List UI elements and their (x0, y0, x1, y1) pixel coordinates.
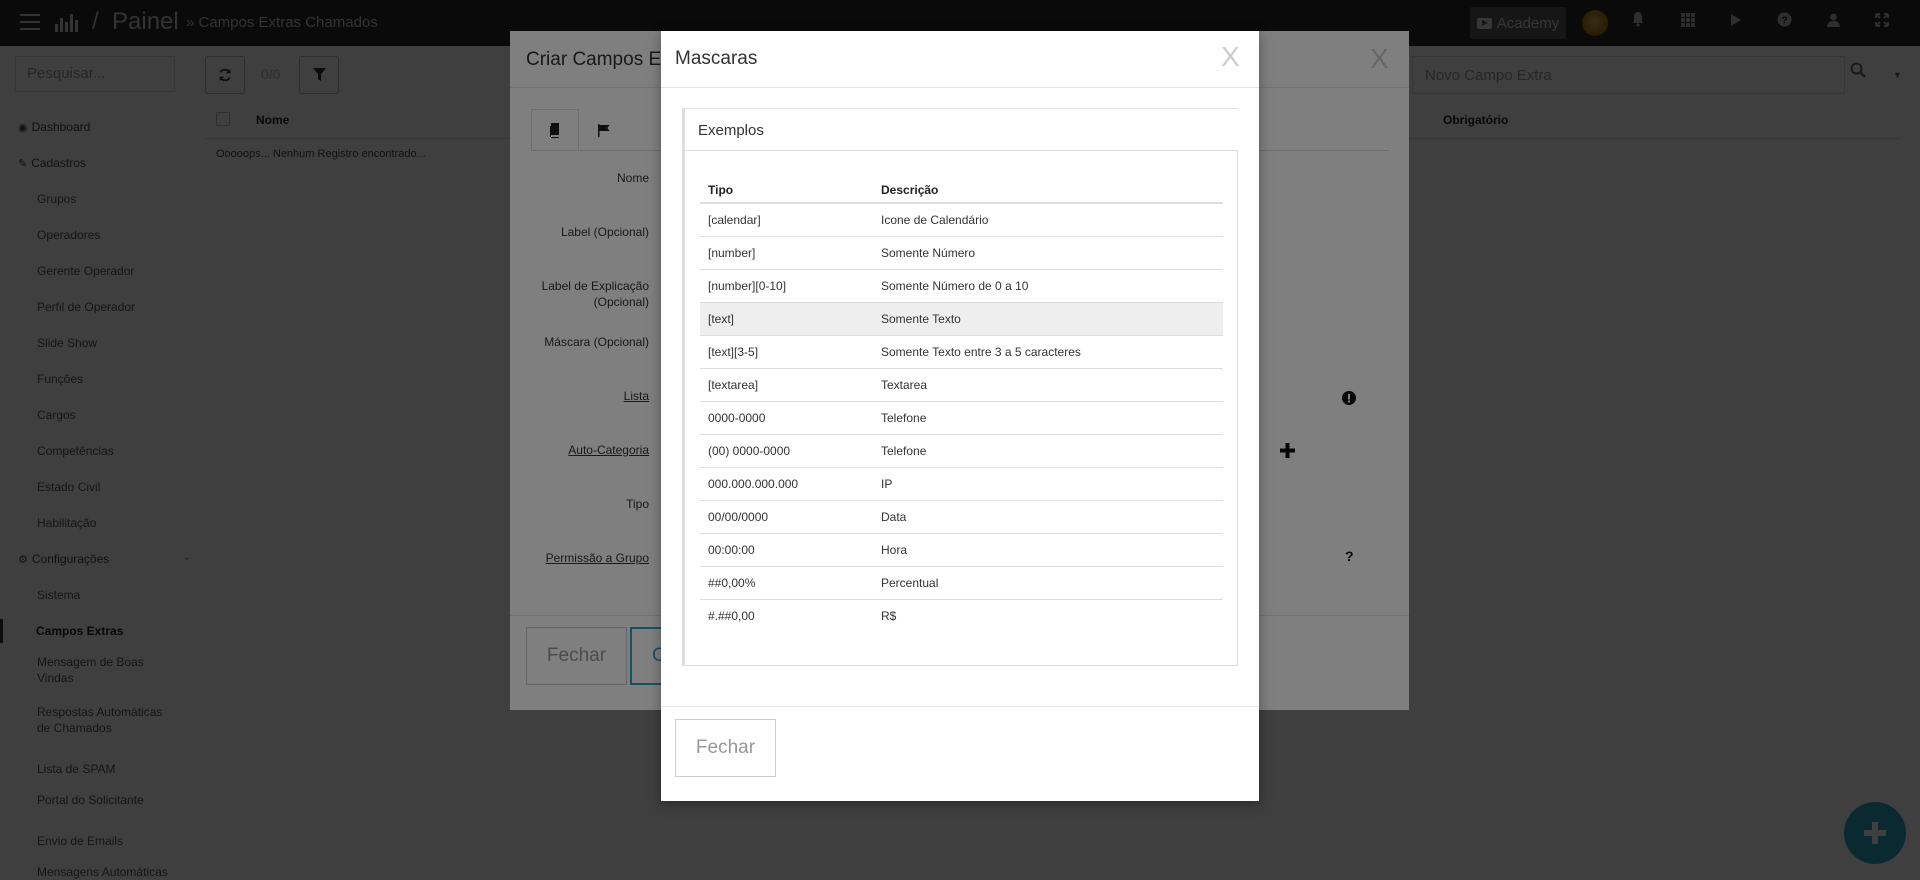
modal-footer-divider (661, 706, 1259, 707)
examples-panel: Exemplos Tipo Descrição [calendar] Icone … (682, 108, 1238, 666)
cell-tipo: ##0,00% (700, 565, 873, 599)
table-row: [text][3-5] Somente Texto entre 3 a 5 car… (700, 334, 1223, 368)
cell-tipo: #.##0,00 (700, 598, 873, 632)
cell-descricao: Data (873, 499, 1223, 533)
table-row: [calendar] Icone de Calendário (700, 202, 1223, 236)
close-icon[interactable]: X (1221, 41, 1240, 73)
cell-tipo: 000.000.000.000 (700, 466, 873, 500)
close-button[interactable]: Fechar (675, 719, 776, 777)
cell-tipo: [number][0-10] (700, 268, 873, 302)
modal-header-divider (661, 87, 1259, 88)
cell-tipo: [number] (700, 235, 873, 269)
table-row: #.##0,00 R$ (700, 598, 1223, 632)
masks-table: Tipo Descrição [calendar] Icone de Calend… (700, 169, 1223, 632)
cell-tipo: [textarea] (700, 367, 873, 401)
table-row: 0000-0000 Telefone (700, 400, 1223, 434)
cell-tipo: [text][3-5] (700, 334, 873, 368)
table-row: 000.000.000.000 IP (700, 466, 1223, 500)
cell-descricao: Icone de Calendário (873, 202, 1223, 236)
cell-descricao: Textarea (873, 367, 1223, 401)
panel-title: Exemplos (685, 109, 1238, 151)
table-row: ##0,00% Percentual (700, 565, 1223, 599)
table-row: 00:00:00 Hora (700, 532, 1223, 566)
column-header-descricao: Descrição (873, 169, 1223, 204)
column-header-tipo: Tipo (700, 169, 873, 204)
cell-descricao: Somente Texto entre 3 a 5 caracteres (873, 334, 1223, 368)
cell-descricao: Somente Número (873, 235, 1223, 269)
modal-title: Mascaras (675, 48, 758, 69)
cell-tipo: 00:00:00 (700, 532, 873, 566)
cell-descricao: Telefone (873, 400, 1223, 434)
cell-tipo: 0000-0000 (700, 400, 873, 434)
cell-descricao: Percentual (873, 565, 1223, 599)
cell-descricao: R$ (873, 598, 1223, 632)
table-row: (00) 0000-0000 Telefone (700, 433, 1223, 467)
table-row: [textarea] Textarea (700, 367, 1223, 401)
cell-descricao: IP (873, 466, 1223, 500)
masks-modal: Mascaras X Exemplos Tipo Descrição [cale… (661, 31, 1259, 801)
table-row: [text] Somente Texto (700, 301, 1223, 335)
cell-descricao: Somente Texto (873, 301, 1223, 335)
cell-tipo: [calendar] (700, 202, 873, 236)
table-row: [number][0-10] Somente Número de 0 a 10 (700, 268, 1223, 302)
cell-descricao: Telefone (873, 433, 1223, 467)
table-row: [number] Somente Número (700, 235, 1223, 269)
cell-descricao: Somente Número de 0 a 10 (873, 268, 1223, 302)
cell-tipo: 00/00/0000 (700, 499, 873, 533)
cell-descricao: Hora (873, 532, 1223, 566)
cell-tipo: [text] (700, 301, 873, 335)
cell-tipo: (00) 0000-0000 (700, 433, 873, 467)
table-row: 00/00/0000 Data (700, 499, 1223, 533)
